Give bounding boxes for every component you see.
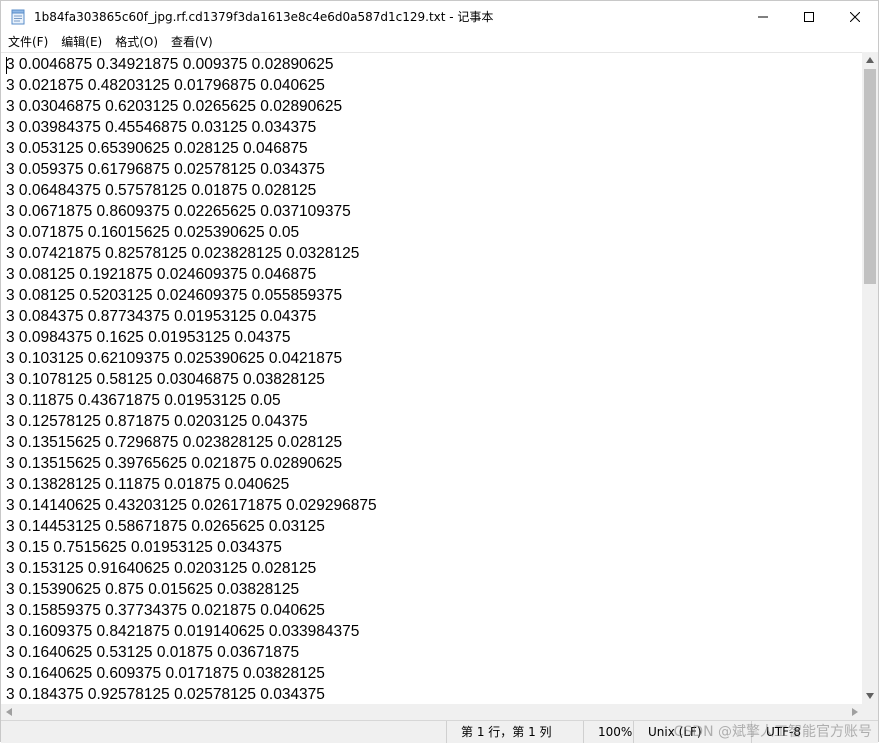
text-line[interactable]: 3 0.1640625 0.53125 0.01875 0.03671875 xyxy=(6,642,377,663)
text-line[interactable]: 3 0.08125 0.5203125 0.024609375 0.055859… xyxy=(6,285,377,306)
text-content[interactable]: 3 0.0046875 0.34921875 0.009375 0.028906… xyxy=(6,54,377,705)
text-line[interactable]: 3 0.1078125 0.58125 0.03046875 0.0382812… xyxy=(6,369,377,390)
scrollbar-corner xyxy=(862,704,878,720)
text-line[interactable]: 3 0.15390625 0.875 0.015625 0.03828125 xyxy=(6,579,377,600)
text-line[interactable]: 3 0.059375 0.61796875 0.02578125 0.03437… xyxy=(6,159,377,180)
text-line[interactable]: 3 0.071875 0.16015625 0.025390625 0.05 xyxy=(6,222,377,243)
vertical-scroll-thumb[interactable] xyxy=(864,69,876,284)
text-line[interactable]: 3 0.06484375 0.57578125 0.01875 0.028125 xyxy=(6,180,377,201)
text-line[interactable]: 3 0.021875 0.48203125 0.01796875 0.04062… xyxy=(6,75,377,96)
text-line[interactable]: 3 0.184375 0.92578125 0.02578125 0.03437… xyxy=(6,684,377,705)
text-line[interactable]: 3 0.03984375 0.45546875 0.03125 0.034375 xyxy=(6,117,377,138)
text-line[interactable]: 3 0.08125 0.1921875 0.024609375 0.046875 xyxy=(6,264,377,285)
text-line[interactable]: 3 0.15859375 0.37734375 0.021875 0.04062… xyxy=(6,600,377,621)
minimize-icon xyxy=(758,7,768,26)
text-line[interactable]: 3 0.07421875 0.82578125 0.023828125 0.03… xyxy=(6,243,377,264)
window-controls xyxy=(740,1,878,32)
maximize-button[interactable] xyxy=(786,1,832,32)
text-line[interactable]: 3 0.0046875 0.34921875 0.009375 0.028906… xyxy=(6,54,377,75)
notepad-window: 1b84fa303865c60f_jpg.rf.cd1379f3da1613e8… xyxy=(0,0,879,743)
text-line[interactable]: 3 0.153125 0.91640625 0.0203125 0.028125 xyxy=(6,558,377,579)
text-line[interactable]: 3 0.03046875 0.6203125 0.0265625 0.02890… xyxy=(6,96,377,117)
scroll-up-arrow-icon[interactable] xyxy=(862,52,878,68)
text-editor[interactable]: 3 0.0046875 0.34921875 0.009375 0.028906… xyxy=(1,52,863,705)
cursor-position: 第 1 行，第 1 列 xyxy=(446,721,589,743)
text-line[interactable]: 3 0.13515625 0.7296875 0.023828125 0.028… xyxy=(6,432,377,453)
watermark: CSDN @斌擎人工智能官方账号 xyxy=(673,724,872,740)
menu-edit[interactable]: 编辑(E) xyxy=(54,32,108,52)
window-title: 1b84fa303865c60f_jpg.rf.cd1379f3da1613e8… xyxy=(34,10,494,24)
title-bar[interactable]: 1b84fa303865c60f_jpg.rf.cd1379f3da1613e8… xyxy=(1,1,878,32)
text-line[interactable]: 3 0.11875 0.43671875 0.01953125 0.05 xyxy=(6,390,377,411)
text-line[interactable]: 3 0.13828125 0.11875 0.01875 0.040625 xyxy=(6,474,377,495)
text-line[interactable]: 3 0.13515625 0.39765625 0.021875 0.02890… xyxy=(6,453,377,474)
text-line[interactable]: 3 0.15 0.7515625 0.01953125 0.034375 xyxy=(6,537,377,558)
vertical-scrollbar[interactable] xyxy=(862,52,878,704)
menu-view[interactable]: 查看(V) xyxy=(164,32,219,52)
notepad-icon xyxy=(10,9,26,25)
text-line[interactable]: 3 0.14453125 0.58671875 0.0265625 0.0312… xyxy=(6,516,377,537)
text-line[interactable]: 3 0.103125 0.62109375 0.025390625 0.0421… xyxy=(6,348,377,369)
status-bar: 第 1 行，第 1 列 100% Unix (LF) UTF-8 CSDN @斌… xyxy=(1,720,878,743)
close-button[interactable] xyxy=(832,1,878,32)
text-line[interactable]: 3 0.0671875 0.8609375 0.02265625 0.03710… xyxy=(6,201,377,222)
minimize-button[interactable] xyxy=(740,1,786,32)
text-line[interactable]: 3 0.0984375 0.1625 0.01953125 0.04375 xyxy=(6,327,377,348)
menu-file[interactable]: 文件(F) xyxy=(1,32,54,52)
scroll-right-arrow-icon[interactable] xyxy=(847,704,863,720)
menu-format[interactable]: 格式(O) xyxy=(108,32,164,52)
menu-bar: 文件(F) 编辑(E) 格式(O) 查看(V) xyxy=(1,32,878,52)
text-line[interactable]: 3 0.053125 0.65390625 0.028125 0.046875 xyxy=(6,138,377,159)
horizontal-scrollbar[interactable] xyxy=(1,704,863,720)
text-line[interactable]: 3 0.1609375 0.8421875 0.019140625 0.0339… xyxy=(6,621,377,642)
scroll-down-arrow-icon[interactable] xyxy=(862,688,878,704)
close-icon xyxy=(849,7,861,26)
text-line[interactable]: 3 0.084375 0.87734375 0.01953125 0.04375 xyxy=(6,306,377,327)
scroll-left-arrow-icon[interactable] xyxy=(1,704,17,720)
text-line[interactable]: 3 0.14140625 0.43203125 0.026171875 0.02… xyxy=(6,495,377,516)
text-line[interactable]: 3 0.1640625 0.609375 0.0171875 0.0382812… xyxy=(6,663,377,684)
text-line[interactable]: 3 0.12578125 0.871875 0.0203125 0.04375 xyxy=(6,411,377,432)
maximize-icon xyxy=(804,7,814,26)
